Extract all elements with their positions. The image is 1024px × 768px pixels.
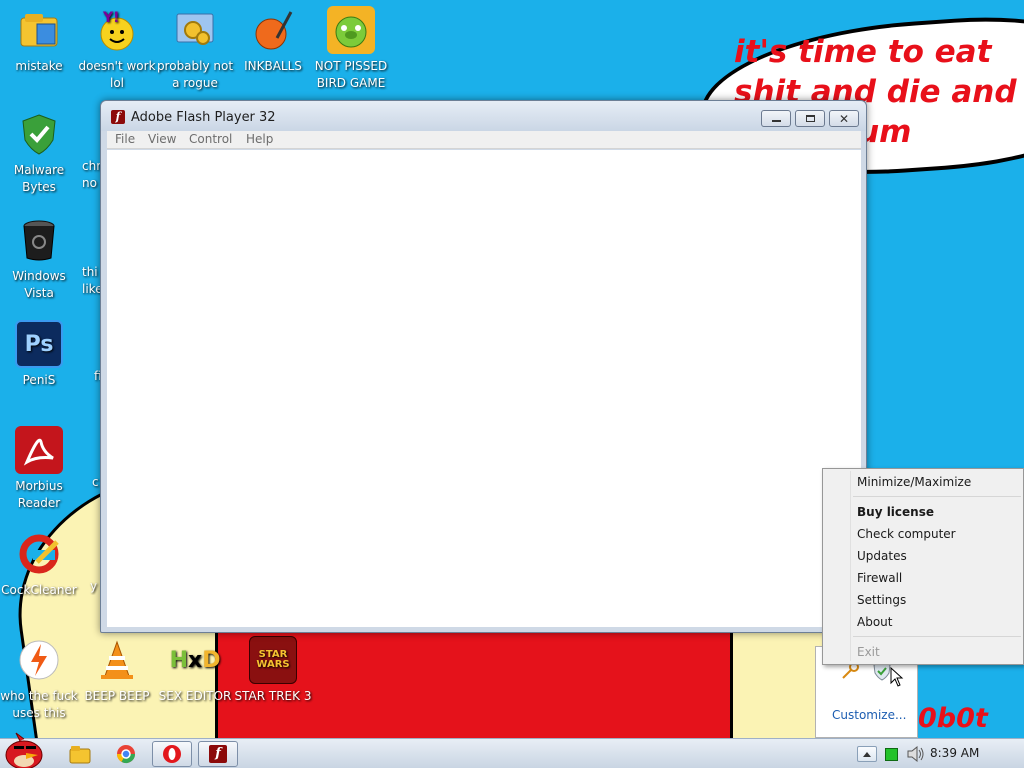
desktop-icon-inkballs[interactable]: INKBALLS bbox=[234, 6, 312, 75]
close-button[interactable]: ✕ bbox=[829, 110, 859, 127]
hxd-icon: HxD bbox=[169, 647, 221, 673]
mouse-cursor-icon bbox=[890, 666, 904, 690]
settings-gears-icon bbox=[171, 6, 219, 54]
app-icon bbox=[78, 530, 102, 578]
taskbar-chrome[interactable] bbox=[106, 741, 146, 767]
window-title: Adobe Flash Player 32 bbox=[131, 110, 276, 125]
desktop-icon-star-trek[interactable]: STAR WARS STAR TREK 3 bbox=[234, 636, 312, 705]
desktop-icon-fi-partial[interactable]: fi bbox=[78, 320, 102, 385]
start-button[interactable] bbox=[2, 731, 48, 768]
tray-context-menu: Minimize/Maximize Buy license Check comp… bbox=[822, 468, 1024, 665]
desktop-icon-c-partial[interactable]: c bbox=[78, 426, 102, 491]
lightning-icon bbox=[15, 636, 63, 684]
folder-icon bbox=[69, 746, 91, 764]
firefox-icon bbox=[78, 320, 102, 368]
wallpaper-corner-text: 0b0t bbox=[918, 703, 988, 734]
chevron-up-icon bbox=[863, 751, 871, 757]
menu-item-firewall[interactable]: Firewall bbox=[857, 571, 902, 585]
angry-bird-start-icon bbox=[5, 732, 43, 768]
window-titlebar[interactable]: f Adobe Flash Player 32 ✕ bbox=[101, 101, 866, 131]
shield-check-icon bbox=[15, 110, 63, 158]
desktop-icon-cockcleaner[interactable]: CockCleaner bbox=[0, 530, 78, 599]
desktop-icon-rogue[interactable]: probably not a rogue bbox=[156, 6, 234, 92]
flash-logo-icon: f bbox=[111, 110, 125, 124]
menu-item-minimize-maximize[interactable]: Minimize/Maximize bbox=[857, 475, 971, 489]
menu-item-updates[interactable]: Updates bbox=[857, 549, 907, 563]
menu-icon-strip bbox=[850, 471, 851, 661]
network-icon[interactable] bbox=[885, 748, 898, 761]
menu-help[interactable]: Help bbox=[246, 132, 273, 146]
restore-icon bbox=[805, 115, 815, 122]
menu-item-settings[interactable]: Settings bbox=[857, 593, 906, 607]
desktop-icon-windows-vista[interactable]: Windows Vista bbox=[0, 216, 78, 302]
chrome-icon bbox=[78, 216, 102, 264]
desktop-icon-sex-editor[interactable]: HxD SEX EDITOR bbox=[156, 636, 234, 705]
taskbar-flash-player[interactable]: f bbox=[198, 741, 238, 767]
menu-view[interactable]: View bbox=[148, 132, 176, 146]
flash-icon: f bbox=[209, 745, 227, 763]
desktop-icon-mistake[interactable]: mistake bbox=[0, 6, 78, 75]
desktop-icon-thi-partial[interactable]: thi like bbox=[78, 216, 102, 298]
desktop-icon-y-partial[interactable]: y bbox=[78, 530, 102, 595]
menu-control[interactable]: Control bbox=[189, 132, 232, 146]
desktop-icon-chrome-partial[interactable]: chr no bbox=[78, 110, 102, 192]
bad-piggies-icon bbox=[327, 6, 375, 54]
flash-player-window[interactable]: f Adobe Flash Player 32 ✕ File View Cont… bbox=[100, 100, 867, 633]
menu-bar: File View Control Help bbox=[107, 131, 861, 149]
app-icon bbox=[78, 426, 102, 474]
trash-can-icon bbox=[15, 216, 63, 264]
menu-item-buy-license[interactable]: Buy license bbox=[857, 505, 934, 519]
customize-link[interactable]: Customize... bbox=[832, 708, 906, 722]
ccleaner-icon bbox=[15, 530, 63, 578]
menu-separator bbox=[853, 496, 1021, 497]
menu-file[interactable]: File bbox=[115, 132, 135, 146]
opera-icon bbox=[163, 745, 181, 763]
chrome-icon bbox=[78, 110, 102, 158]
photoshop-icon: Ps bbox=[15, 320, 63, 368]
desktop-icon-pissed-bird[interactable]: NOT PISSED BIRD GAME bbox=[312, 6, 390, 92]
chrome-icon bbox=[117, 745, 135, 764]
volume-icon[interactable] bbox=[907, 745, 925, 765]
menu-item-about[interactable]: About bbox=[857, 615, 892, 629]
desktop-icon-morbius-reader[interactable]: Morbius Reader bbox=[0, 426, 78, 512]
desktop-icon-beep-beep[interactable]: BEEP BEEP bbox=[78, 636, 156, 705]
star-wars-icon: STAR WARS bbox=[249, 636, 297, 684]
folder-app-icon bbox=[15, 6, 63, 54]
flash-content-area[interactable] bbox=[107, 150, 861, 627]
menu-separator bbox=[853, 636, 1021, 637]
desktop-icon-penis[interactable]: Ps PeniS bbox=[0, 320, 78, 389]
restore-button[interactable] bbox=[795, 110, 825, 127]
taskbar-opera[interactable] bbox=[152, 741, 192, 767]
pdf-reader-icon bbox=[15, 426, 63, 474]
tray-overflow-button[interactable] bbox=[857, 746, 877, 762]
minimize-button[interactable] bbox=[761, 110, 791, 127]
taskbar-explorer[interactable] bbox=[60, 741, 100, 767]
inkball-icon bbox=[249, 6, 297, 54]
menu-item-check-computer[interactable]: Check computer bbox=[857, 527, 956, 541]
taskbar-clock[interactable]: 8:39 AM bbox=[930, 746, 979, 760]
menu-item-exit[interactable]: Exit bbox=[857, 645, 880, 659]
minimize-icon bbox=[771, 120, 781, 122]
desktop-icon-yahoo[interactable]: Y! doesn't work lol bbox=[78, 6, 156, 92]
desktop-icon-who-uses-this[interactable]: who the fuck uses this bbox=[0, 636, 78, 722]
desktop-icon-malwarebytes[interactable]: Malware Bytes bbox=[0, 110, 78, 196]
taskbar: f 8:39 AM bbox=[0, 732, 1024, 768]
vlc-cone-icon bbox=[93, 636, 141, 684]
close-icon: ✕ bbox=[838, 111, 850, 126]
yahoo-messenger-icon: Y! bbox=[93, 6, 141, 54]
svg-text:Y!: Y! bbox=[102, 10, 120, 26]
